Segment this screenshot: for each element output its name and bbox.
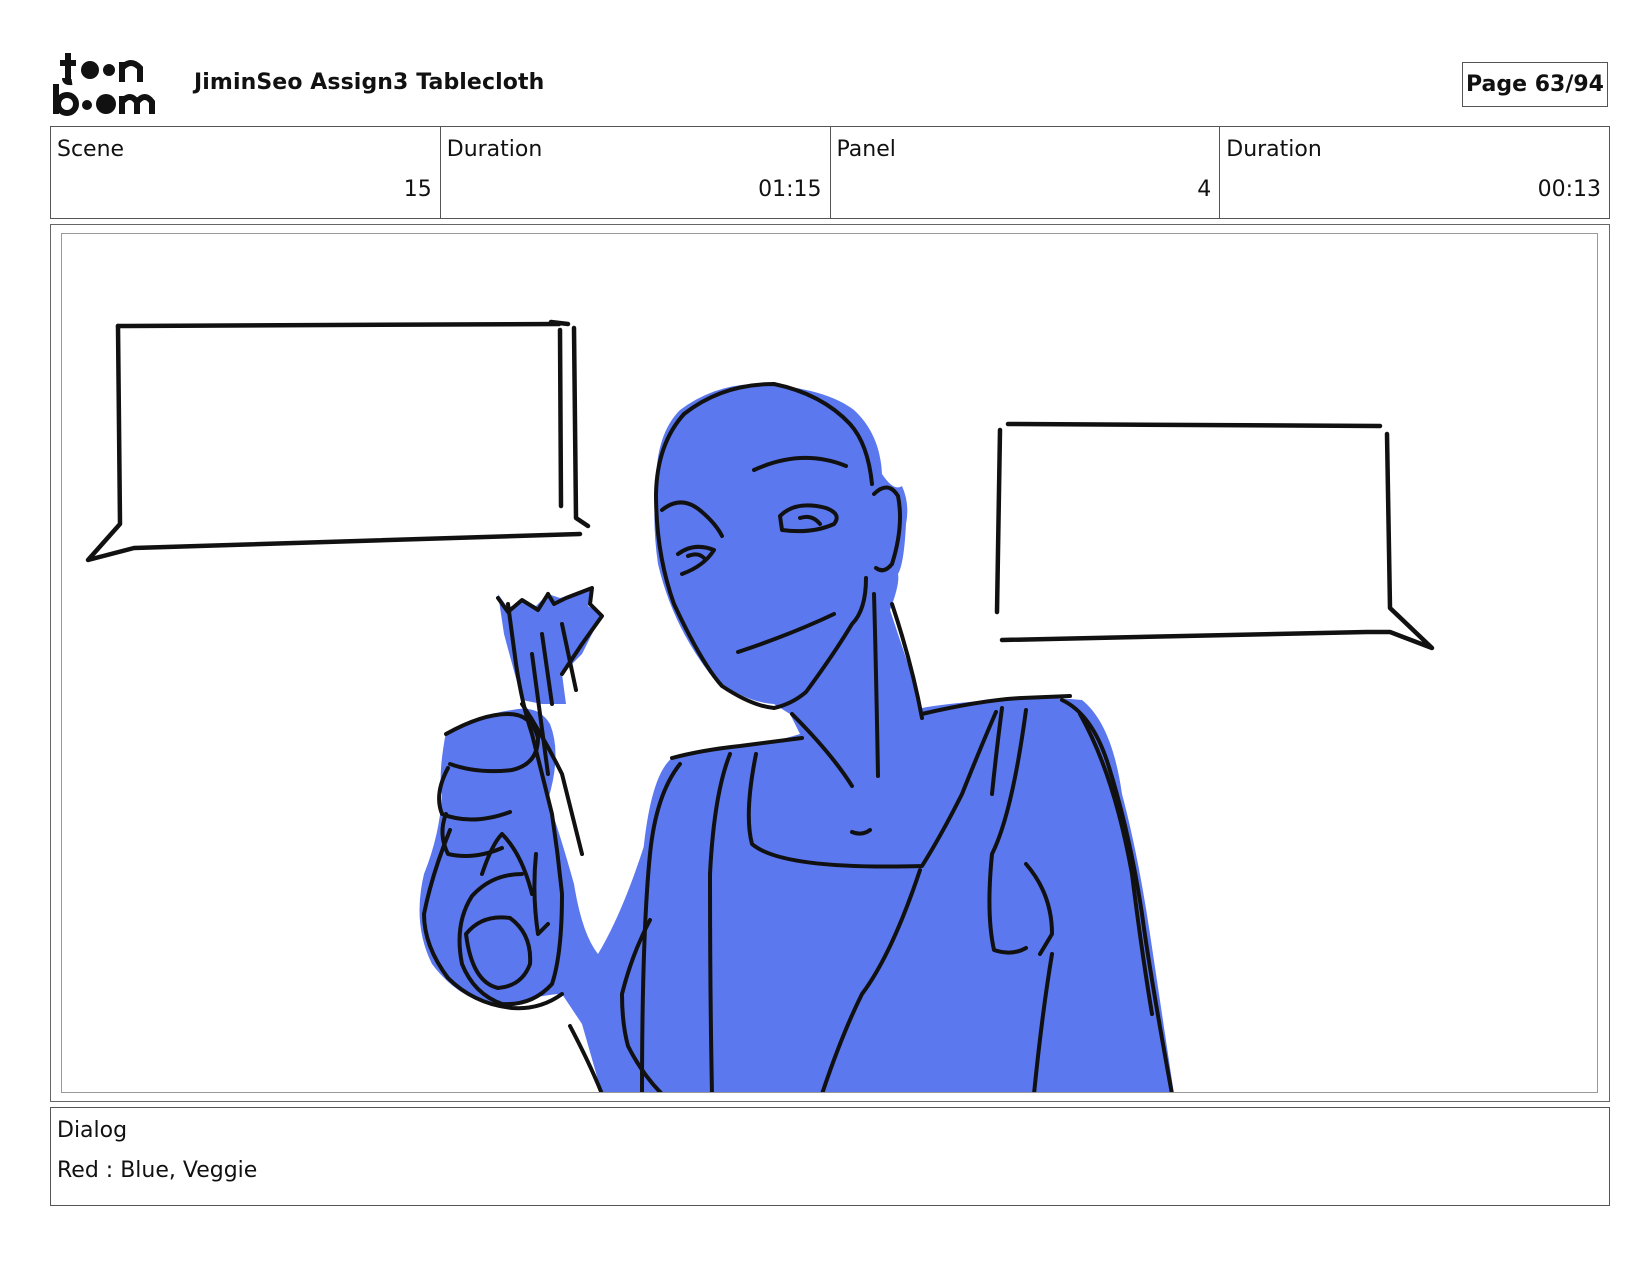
storyboard-panel-image [61, 233, 1598, 1093]
storyboard-panel-frame [50, 224, 1610, 1102]
scene-info-row: Scene 15 Duration 01:15 Panel 4 Duration… [50, 126, 1610, 219]
scene-duration-label: Duration [446, 137, 543, 162]
speech-bubble-left [85, 319, 591, 563]
panel-label: Panel [836, 137, 896, 162]
dialog-text: Red : Blue, Veggie [57, 1158, 258, 1183]
speech-bubble-right [994, 421, 1435, 651]
scene-cell: Scene 15 [51, 127, 441, 218]
panel-duration-label: Duration [1226, 137, 1322, 162]
panel-duration-value: 00:13 [1537, 177, 1601, 202]
toon-boom-logo-icon [52, 50, 172, 116]
document-title: JiminSeo Assign3 Tablecloth [194, 70, 545, 95]
dialog-label: Dialog [57, 1118, 128, 1143]
dialog-section: Dialog Red : Blue, Veggie [50, 1107, 1610, 1206]
panel-cell: Panel 4 [831, 127, 1221, 218]
page-number: Page 63/94 [1466, 72, 1604, 97]
panel-duration-cell: Duration 00:13 [1220, 127, 1609, 218]
page-indicator: Page 63/94 [1462, 62, 1608, 107]
scene-duration-value: 01:15 [758, 177, 822, 202]
scene-value: 15 [403, 177, 432, 202]
scene-label: Scene [57, 137, 125, 162]
scene-duration-cell: Duration 01:15 [441, 127, 831, 218]
panel-value: 4 [1197, 177, 1212, 202]
